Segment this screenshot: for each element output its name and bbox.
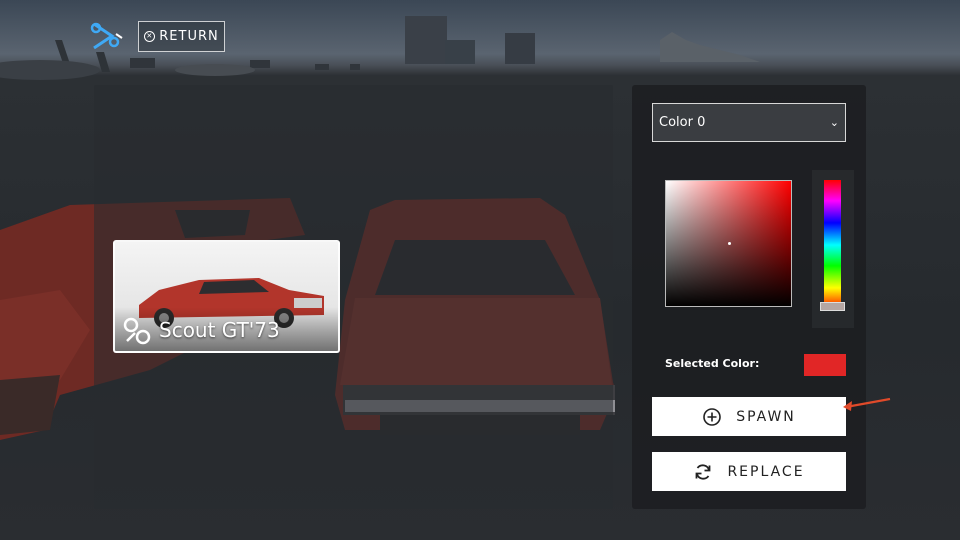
spawn-label: SPAWN <box>736 408 796 425</box>
return-icon: ✕ <box>144 31 156 42</box>
chevron-down-icon: ⌄ <box>829 116 839 129</box>
color-slot-value: Color 0 <box>659 115 706 130</box>
car-name: Scout GT'73 <box>159 318 280 342</box>
color-picker-cursor[interactable] <box>728 242 731 245</box>
replace-label: REPLACE <box>727 463 805 480</box>
arrow-indicator-icon <box>843 397 891 411</box>
logo-icon <box>90 22 123 50</box>
selected-car-card[interactable]: Scout GT'73 <box>113 240 340 353</box>
selected-color-label: Selected Color: <box>665 357 760 370</box>
return-label: RETURN <box>159 29 219 44</box>
return-button[interactable]: ✕ RETURN <box>138 21 225 52</box>
selected-color-swatch <box>804 354 846 376</box>
replace-button[interactable]: REPLACE <box>652 452 846 491</box>
plus-circle-icon <box>703 407 722 426</box>
car-icon <box>123 317 151 345</box>
saturation-value-picker[interactable] <box>665 180 792 307</box>
hue-slider[interactable] <box>824 180 841 310</box>
hue-slider-thumb[interactable] <box>820 302 845 311</box>
color-slot-select[interactable]: Color 0 ⌄ <box>652 103 846 142</box>
refresh-icon <box>696 463 711 480</box>
spawn-button[interactable]: SPAWN <box>652 397 846 436</box>
